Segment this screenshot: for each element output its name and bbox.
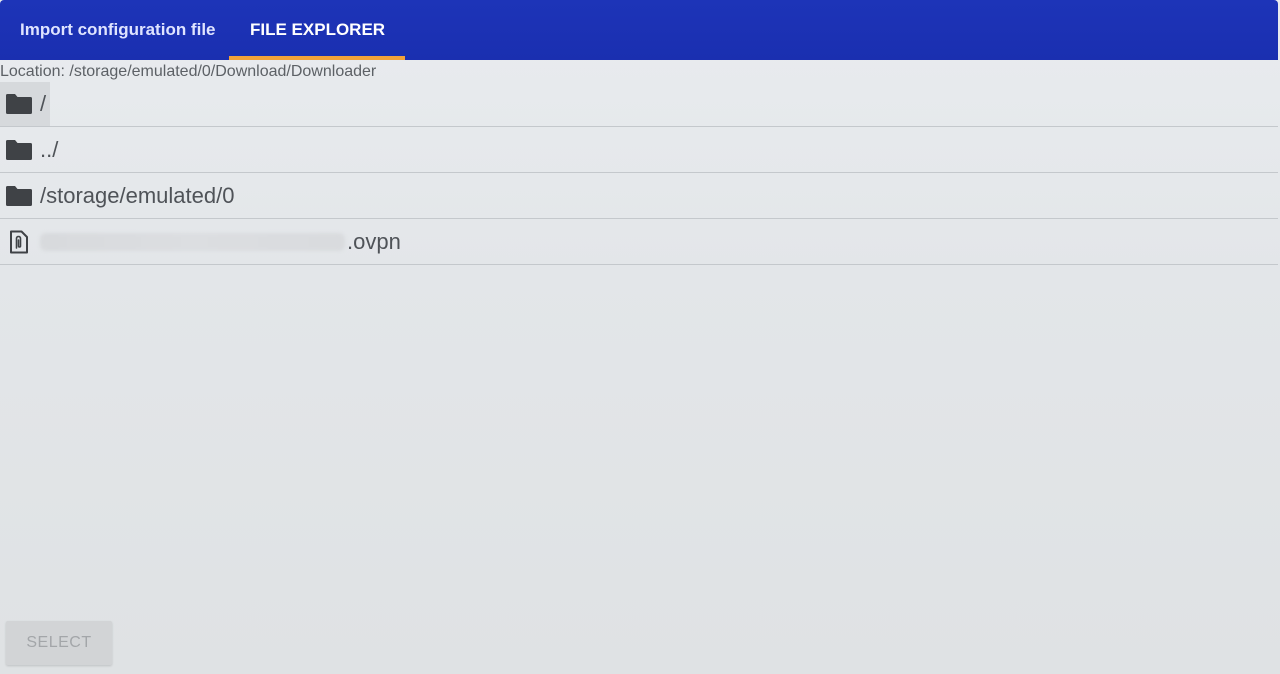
- list-item-label: ../: [40, 136, 59, 162]
- select-button[interactable]: SELECT: [6, 621, 112, 665]
- redacted-filename: [40, 232, 345, 251]
- tab-file-explorer[interactable]: FILE EXPLORER: [250, 0, 385, 60]
- tab-bar: Import configuration file FILE EXPLORER: [0, 0, 1278, 60]
- list-item-parent-directory[interactable]: ../: [0, 127, 1278, 173]
- list-item-root[interactable]: /: [0, 82, 1278, 127]
- list-item-storage-emulated[interactable]: /storage/emulated/0: [0, 173, 1278, 219]
- list-item-ovpn-file[interactable]: .ovpn: [0, 219, 1278, 265]
- list-item-label: .ovpn: [40, 219, 401, 264]
- file-explorer-screen: Import configuration file FILE EXPLORER …: [0, 0, 1280, 674]
- folder-icon: [5, 138, 33, 162]
- folder-icon: [5, 92, 33, 116]
- active-tab-indicator: [229, 56, 405, 60]
- location-path: Location: /storage/emulated/0/Download/D…: [0, 63, 377, 80]
- file-icon: [8, 230, 30, 254]
- list-item-label: /: [40, 91, 47, 116]
- folder-icon: [5, 184, 33, 208]
- list-item-label: /storage/emulated/0: [40, 182, 235, 208]
- file-list: / ../ /storage/emulated/0 .ovpn: [0, 82, 1278, 265]
- tab-import-configuration-file[interactable]: Import configuration file: [20, 0, 216, 60]
- file-extension: .ovpn: [347, 228, 401, 254]
